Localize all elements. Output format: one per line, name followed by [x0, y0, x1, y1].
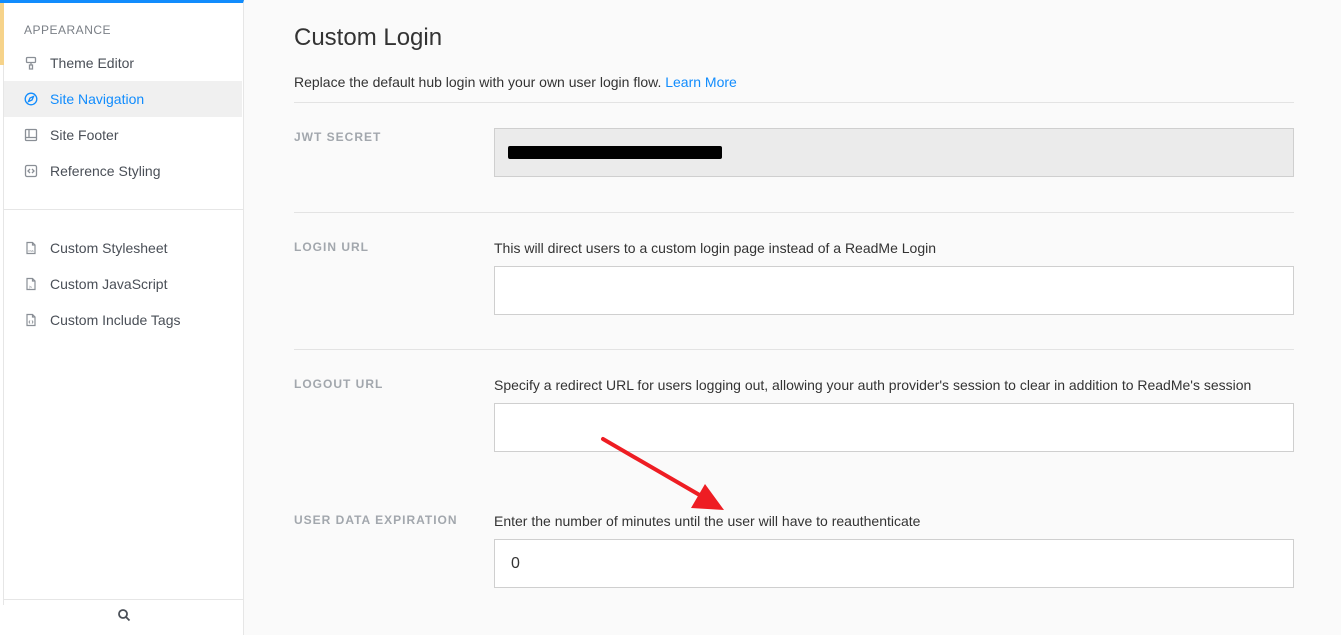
sidebar-item-label: Custom JavaScript	[50, 276, 168, 292]
login-url-label: LOGIN URL	[294, 240, 369, 254]
sidebar-search-button[interactable]	[4, 599, 243, 635]
css-file-icon: css	[24, 241, 38, 255]
search-icon	[117, 608, 131, 627]
sidebar-item-label: Custom Include Tags	[50, 312, 181, 328]
section-divider	[294, 102, 1294, 103]
sidebar-item-custom-include-tags[interactable]: Custom Include Tags	[4, 302, 242, 338]
user-data-expiration-label: USER DATA EXPIRATION	[294, 513, 458, 527]
sidebar-divider	[4, 209, 243, 210]
layout-icon	[24, 128, 38, 142]
intro-description: Replace the default hub login with your …	[294, 74, 662, 90]
code-box-icon	[24, 164, 38, 178]
sidebar-section-heading: APPEARANCE	[24, 23, 112, 37]
sidebar-item-reference-styling[interactable]: Reference Styling	[4, 153, 242, 189]
section-divider	[294, 349, 1294, 350]
paint-roller-icon	[24, 56, 38, 70]
login-url-field[interactable]	[494, 266, 1294, 315]
sidebar-item-label: Theme Editor	[50, 55, 135, 71]
intro-text: Replace the default hub login with your …	[294, 74, 737, 90]
sidebar-item-label: Custom Stylesheet	[50, 240, 168, 256]
sidebar-item-theme-editor[interactable]: Theme Editor	[4, 45, 242, 81]
learn-more-link[interactable]: Learn More	[665, 74, 737, 90]
html-file-icon	[24, 313, 38, 327]
svg-text:css: css	[28, 249, 34, 253]
sidebar-item-custom-javascript[interactable]: js Custom JavaScript	[4, 266, 242, 302]
sidebar-item-site-navigation[interactable]: Site Navigation	[4, 81, 242, 117]
logout-url-label: LOGOUT URL	[294, 377, 384, 391]
page-title: Custom Login	[294, 24, 443, 51]
sidebar-item-custom-stylesheet[interactable]: css Custom Stylesheet	[4, 230, 242, 266]
section-divider	[294, 212, 1294, 213]
js-file-icon: js	[24, 277, 38, 291]
user-data-expiration-field[interactable]	[494, 539, 1294, 588]
jwt-secret-label: JWT SECRET	[294, 130, 382, 144]
login-url-help: This will direct users to a custom login…	[494, 240, 937, 256]
svg-text:js: js	[28, 285, 32, 289]
main-content: Custom Login Replace the default hub log…	[244, 0, 1341, 635]
sidebar-item-site-footer[interactable]: Site Footer	[4, 117, 242, 153]
annotation-arrow-icon	[601, 437, 724, 510]
logout-url-help: Specify a redirect URL for users logging…	[494, 377, 1252, 393]
compass-icon	[24, 92, 38, 106]
sidebar-item-label: Site Navigation	[50, 91, 145, 107]
sidebar-item-label: Site Footer	[50, 127, 119, 143]
redaction-mark	[508, 146, 722, 159]
sidebar-item-label: Reference Styling	[50, 163, 161, 179]
sidebar: APPEARANCE Theme Editor Site Navigation …	[0, 0, 244, 635]
